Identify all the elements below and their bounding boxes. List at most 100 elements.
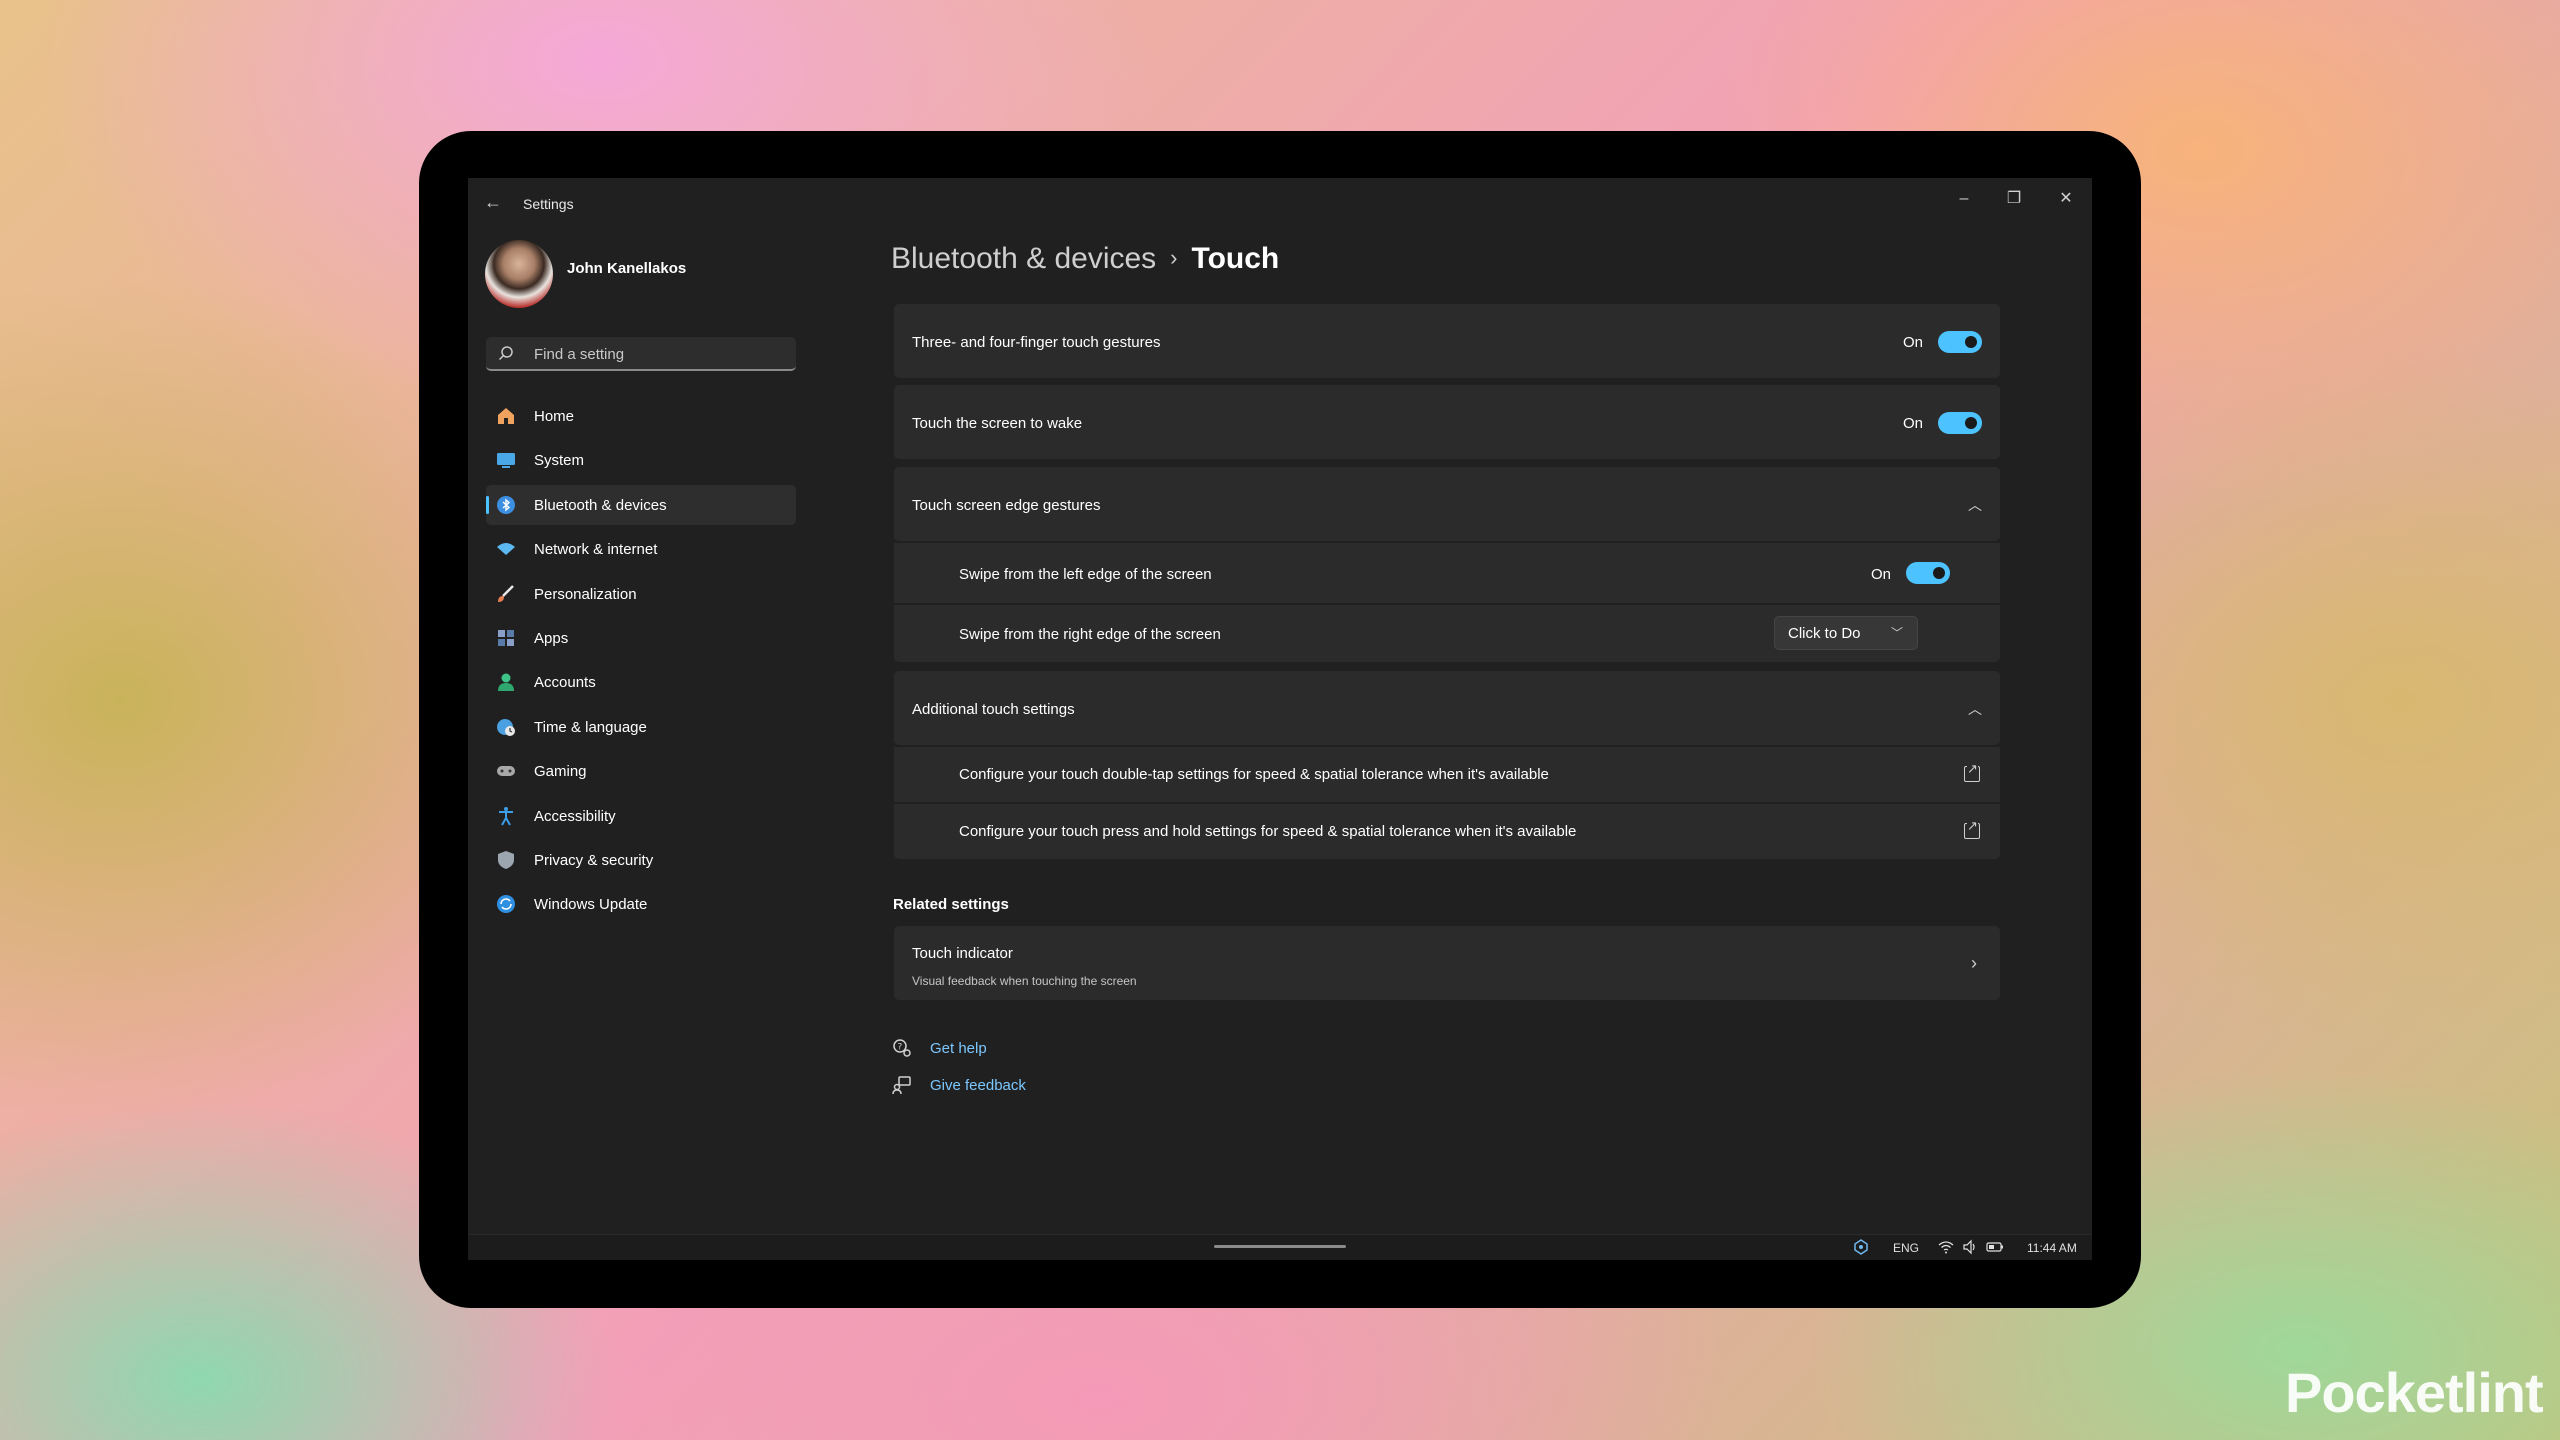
sidebar-item-time-language[interactable]: Time & language: [486, 707, 796, 747]
sidebar-item-label: Gaming: [534, 763, 587, 781]
apps-icon: [496, 628, 516, 648]
sidebar-nav: Home System Bluetooth & devices Network …: [486, 396, 796, 929]
gamepad-icon: [496, 761, 516, 781]
search-input[interactable]: Find a setting: [486, 337, 796, 371]
home-indicator[interactable]: [1214, 1245, 1346, 1248]
sidebar-item-system[interactable]: System: [486, 440, 796, 480]
sidebar-item-windows-update[interactable]: Windows Update: [486, 884, 796, 924]
back-arrow-icon[interactable]: ←: [484, 192, 504, 212]
double-tap-settings-link[interactable]: Configure your touch double-tap settings…: [894, 747, 2000, 802]
toggle-state-text: On: [1903, 334, 1924, 351]
setting-label: Touch indicator: [912, 945, 1013, 962]
expander-label: Additional touch settings: [912, 701, 1075, 718]
touch-indicator-card[interactable]: Touch indicator Visual feedback when tou…: [894, 926, 2000, 1000]
sidebar-item-bluetooth-devices[interactable]: Bluetooth & devices: [486, 484, 796, 525]
svg-text:?: ?: [898, 1043, 903, 1053]
related-settings-heading: Related settings: [893, 896, 1009, 913]
accessibility-icon: [496, 806, 516, 826]
sidebar-item-apps[interactable]: Apps: [486, 618, 796, 658]
sidebar-item-label: Time & language: [534, 718, 647, 736]
sidebar-item-label: Apps: [534, 629, 569, 647]
avatar[interactable]: [485, 240, 553, 308]
feedback-icon: [892, 1075, 912, 1095]
globe-clock-icon: [496, 717, 516, 737]
sidebar-item-label: Accounts: [534, 674, 596, 692]
breadcrumb-separator: ›: [1170, 245, 1178, 270]
system-icon: [496, 450, 516, 470]
chevron-down-icon: ﹀: [1890, 626, 1903, 640]
toggle-state-text: On: [1871, 566, 1892, 583]
app-title: Settings: [523, 196, 574, 212]
title-bar: ← Settings – ❐ ✕: [468, 178, 2092, 226]
dropdown-value: Click to Do: [1788, 625, 1861, 642]
sidebar-item-label: Windows Update: [534, 896, 648, 914]
volume-icon[interactable]: [1962, 1239, 1978, 1258]
profile-name: John Kanellakos: [567, 260, 687, 277]
setting-label: Configure your touch press and hold sett…: [959, 823, 1577, 840]
sidebar-item-label: Network & internet: [534, 541, 658, 559]
minimize-icon[interactable]: –: [1944, 184, 1984, 214]
wifi-icon: [496, 539, 516, 559]
clock[interactable]: 11:44 AM: [2027, 1241, 2077, 1255]
press-hold-settings-link[interactable]: Configure your touch press and hold sett…: [894, 804, 2000, 859]
close-icon[interactable]: ✕: [2046, 184, 2086, 214]
sidebar-item-label: Bluetooth & devices: [534, 496, 667, 514]
touch-to-wake-card[interactable]: Touch the screen to wake On: [894, 385, 2000, 459]
touch-to-wake-toggle[interactable]: [1938, 412, 1982, 434]
battery-icon[interactable]: [1986, 1239, 2004, 1258]
chevron-right-icon: ›: [1971, 953, 1977, 973]
breadcrumb: Bluetooth & devices › Touch: [891, 242, 1279, 276]
wifi-status-icon[interactable]: [1938, 1239, 1954, 1258]
setting-label: Touch the screen to wake: [912, 415, 1083, 432]
three-four-finger-gestures-card[interactable]: Three- and four-finger touch gestures On: [894, 304, 2000, 378]
sidebar-item-label: System: [534, 452, 585, 470]
three-four-finger-toggle[interactable]: [1938, 331, 1982, 353]
additional-touch-settings-expander[interactable]: Additional touch settings ︿: [894, 671, 2000, 745]
search-icon: [498, 345, 514, 361]
page-title: Touch: [1191, 242, 1280, 275]
sidebar-item-label: Accessibility: [534, 807, 616, 825]
language-indicator[interactable]: ENG: [1893, 1241, 1919, 1255]
sidebar-item-home[interactable]: Home: [486, 396, 796, 436]
sidebar-item-privacy-security[interactable]: Privacy & security: [486, 840, 796, 880]
expander-label: Touch screen edge gestures: [912, 497, 1101, 514]
update-icon: [496, 894, 516, 914]
settings-window: ← Settings – ❐ ✕ John Kanellakos Find a …: [468, 178, 2092, 1260]
person-icon: [496, 672, 516, 692]
left-edge-swipe-row[interactable]: Swipe from the left edge of the screen O…: [894, 543, 2000, 603]
home-icon: [496, 406, 516, 426]
sidebar-item-label: Privacy & security: [534, 851, 654, 869]
chevron-up-icon[interactable]: ︿: [1968, 495, 1982, 515]
chevron-up-icon[interactable]: ︿: [1968, 699, 1982, 719]
sidebar-item-label: Personalization: [534, 585, 637, 603]
sidebar-item-gaming[interactable]: Gaming: [486, 751, 796, 791]
edge-gestures-expander[interactable]: Touch screen edge gestures ︿: [894, 467, 2000, 541]
setting-label: Three- and four-finger touch gestures: [912, 334, 1161, 351]
brush-icon: [496, 584, 516, 604]
setting-label: Configure your touch double-tap settings…: [959, 766, 1549, 783]
setting-description: Visual feedback when touching the screen: [912, 974, 1137, 988]
give-feedback-link[interactable]: Give feedback: [930, 1077, 1026, 1094]
bluetooth-icon: [496, 495, 516, 515]
open-external-icon: [1964, 762, 1980, 782]
breadcrumb-parent[interactable]: Bluetooth & devices: [891, 242, 1156, 275]
right-edge-swipe-row[interactable]: Swipe from the right edge of the screen …: [894, 605, 2000, 662]
restore-icon[interactable]: ❐: [1994, 184, 2034, 214]
sidebar-item-accounts[interactable]: Accounts: [486, 662, 796, 702]
toggle-state-text: On: [1903, 415, 1924, 432]
copilot-icon[interactable]: [1853, 1239, 1869, 1258]
watermark-logo: Pocketlint: [2285, 1361, 2544, 1424]
setting-label: Swipe from the left edge of the screen: [959, 566, 1212, 583]
sidebar-item-accessibility[interactable]: Accessibility: [486, 796, 796, 836]
get-help-link[interactable]: Get help: [930, 1040, 987, 1057]
taskbar: ENG 11:44 AM: [468, 1234, 2092, 1260]
left-edge-swipe-toggle[interactable]: [1906, 562, 1950, 584]
search-placeholder: Find a setting: [534, 346, 625, 363]
open-external-icon: [1964, 819, 1980, 839]
sidebar-item-personalization[interactable]: Personalization: [486, 574, 796, 614]
setting-label: Swipe from the right edge of the screen: [959, 626, 1221, 643]
right-edge-swipe-dropdown[interactable]: Click to Do ﹀: [1774, 616, 1918, 650]
sidebar-item-label: Home: [534, 408, 575, 425]
help-icon: ?: [892, 1038, 912, 1058]
sidebar-item-network[interactable]: Network & internet: [486, 529, 796, 569]
